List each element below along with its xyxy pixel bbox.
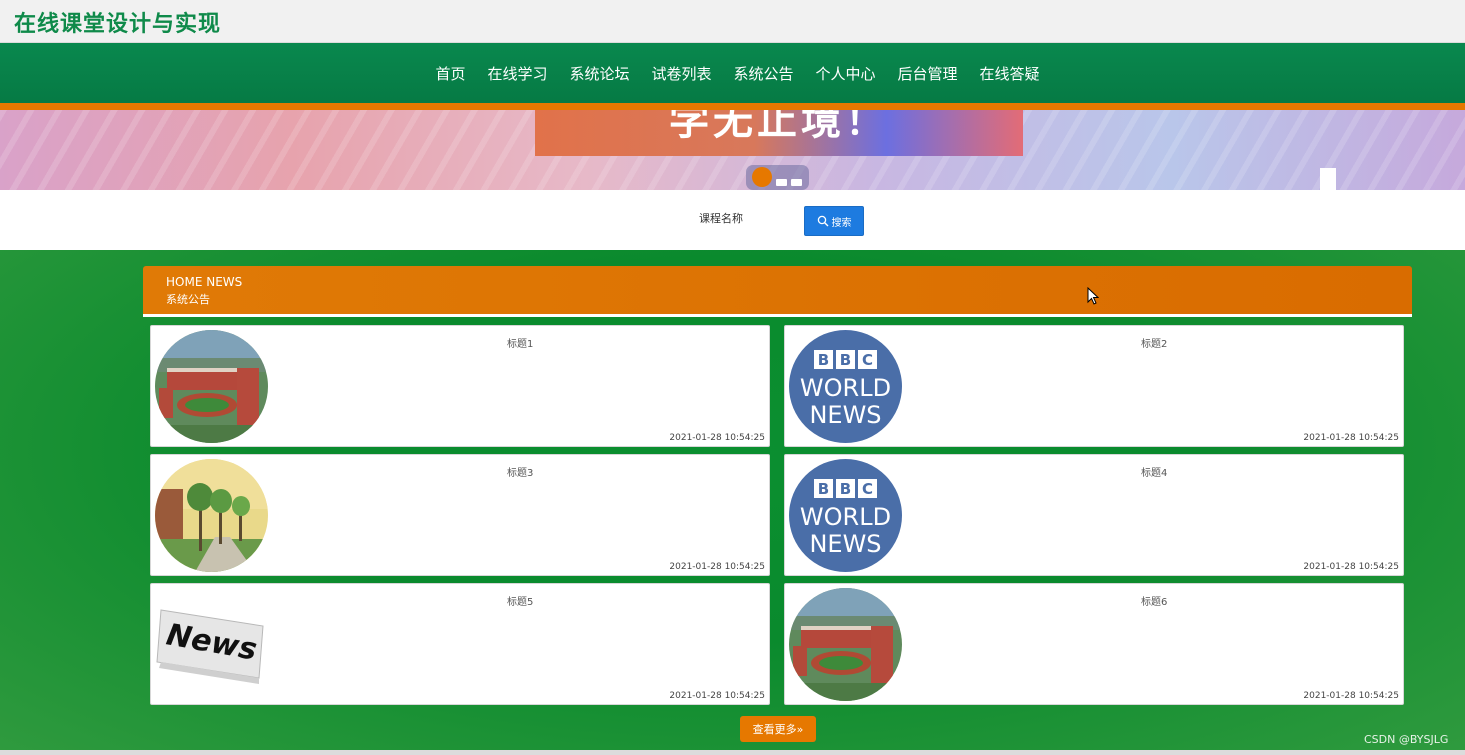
news-title: 标题5 <box>507 597 534 608</box>
title-bar: 在线课堂设计与实现 <box>0 0 1465 43</box>
nav-item-announcements[interactable]: 系统公告 <box>723 63 805 84</box>
news-date: 2021-01-28 10:54:25 <box>669 562 765 572</box>
nav-item-personal-center[interactable]: 个人中心 <box>805 63 887 84</box>
nav-item-online-learning[interactable]: 在线学习 <box>476 63 558 84</box>
view-more-button[interactable]: 查看更多» <box>740 716 816 742</box>
news-card[interactable]: B B C WORLD NEWS 标题2 2021-01-28 10:54:25 <box>784 325 1404 447</box>
news-card[interactable]: News 标题5 2021-01-28 10:54:25 <box>150 583 770 705</box>
banner-text: 学无止境！ <box>669 110 889 144</box>
bottom-strip <box>0 750 1465 755</box>
news-card[interactable]: B B C WORLD NEWS 标题4 2021-01-28 10:54:25 <box>784 454 1404 576</box>
news-card[interactable]: 标题6 2021-01-28 10:54:25 <box>784 583 1404 705</box>
campus-image <box>155 330 268 443</box>
search-button[interactable]: 搜索 <box>804 206 864 236</box>
nav-item-forum[interactable]: 系统论坛 <box>558 63 640 84</box>
search-bar: 课程名称 搜索 <box>0 190 1465 250</box>
carousel-dot-active[interactable] <box>752 167 772 187</box>
banner-carousel[interactable]: 学无止境！ <box>0 110 1465 190</box>
site-title: 在线课堂设计与实现 <box>14 12 222 37</box>
svg-text:WORLD: WORLD <box>800 503 891 531</box>
news-date: 2021-01-28 10:54:25 <box>669 691 765 701</box>
trees-image <box>155 459 268 572</box>
carousel-dot[interactable] <box>791 179 802 186</box>
news-header: HOME NEWS 系统公告 <box>143 266 1412 314</box>
news-heading-cn: 系统公告 <box>166 293 210 306</box>
svg-text:B: B <box>840 351 851 369</box>
svg-text:C: C <box>862 351 873 369</box>
news-date: 2021-01-28 10:54:25 <box>1303 691 1399 701</box>
news-heading-en: HOME NEWS <box>166 275 243 289</box>
news-card[interactable]: 标题3 2021-01-28 10:54:25 <box>150 454 770 576</box>
banner-decoration <box>1320 168 1336 190</box>
watermark: CSDN @BYSJLG <box>1364 733 1449 746</box>
svg-text:B: B <box>840 480 851 498</box>
nav-item-home[interactable]: 首页 <box>424 63 476 84</box>
news-title: 标题2 <box>1141 339 1168 350</box>
nav-menu: 首页 在线学习 系统论坛 试卷列表 系统公告 个人中心 后台管理 在线答疑 <box>0 43 1465 103</box>
news-header-divider <box>143 314 1412 317</box>
svg-text:WORLD: WORLD <box>800 374 891 402</box>
bbc-world-news-image: B B C WORLD NEWS <box>789 459 902 572</box>
svg-text:B: B <box>818 351 829 369</box>
search-icon <box>817 215 828 227</box>
news-date: 2021-01-28 10:54:25 <box>1303 562 1399 572</box>
news-title: 标题3 <box>507 468 534 479</box>
news-title: 标题1 <box>507 339 534 350</box>
news-title: 标题4 <box>1141 468 1168 479</box>
news-title: 标题6 <box>1141 597 1168 608</box>
banner-slide: 学无止境！ <box>535 110 1023 156</box>
nav-bar: 首页 在线学习 系统论坛 试卷列表 系统公告 个人中心 后台管理 在线答疑 <box>0 43 1465 103</box>
nav-item-qa[interactable]: 在线答疑 <box>969 63 1051 84</box>
course-name-label: 课程名称 <box>699 212 743 225</box>
news-card[interactable]: 标题1 2021-01-28 10:54:25 <box>150 325 770 447</box>
carousel-indicators <box>746 165 809 190</box>
nav-accent-bar <box>0 103 1465 110</box>
mouse-cursor-icon <box>1087 287 1099 305</box>
svg-text:NEWS: NEWS <box>809 401 881 429</box>
search-button-label: 搜索 <box>831 217 852 229</box>
carousel-dot[interactable] <box>776 179 787 186</box>
bbc-world-news-image: B B C WORLD NEWS <box>789 330 902 443</box>
svg-text:C: C <box>862 480 873 498</box>
svg-text:NEWS: NEWS <box>809 530 881 558</box>
campus-image <box>789 588 902 701</box>
news-date: 2021-01-28 10:54:25 <box>669 433 765 443</box>
nav-item-exam-list[interactable]: 试卷列表 <box>640 63 722 84</box>
newspaper-image: News <box>155 588 268 701</box>
news-date: 2021-01-28 10:54:25 <box>1303 433 1399 443</box>
svg-text:B: B <box>818 480 829 498</box>
nav-item-admin[interactable]: 后台管理 <box>887 63 969 84</box>
